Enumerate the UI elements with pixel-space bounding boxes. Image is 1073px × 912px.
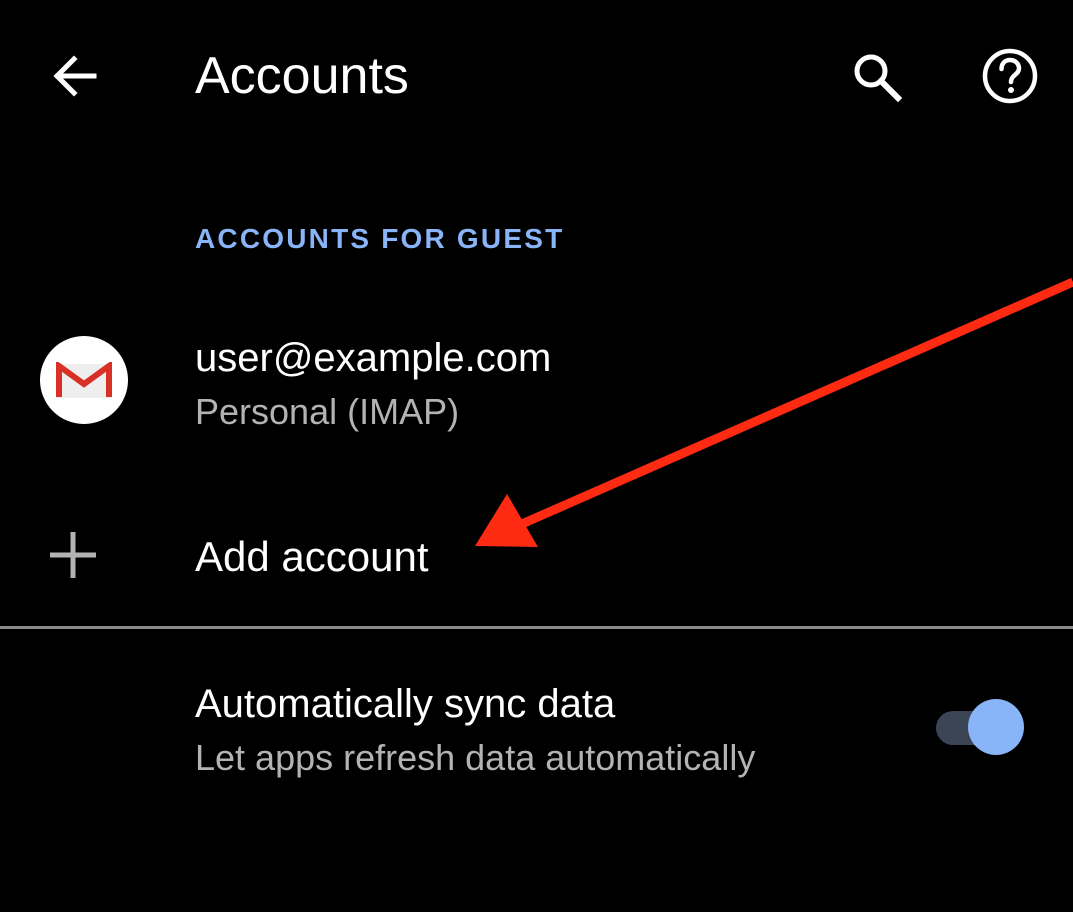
sync-title: Automatically sync data [195,682,616,726]
help-button[interactable] [978,46,1042,106]
section-header: ACCOUNTS FOR GUEST [195,223,565,254]
sync-setting-row[interactable]: Automatically sync data Let apps refresh… [0,672,1073,792]
gmail-icon [56,362,112,398]
divider [0,626,1073,629]
help-circle-icon [982,48,1038,104]
sync-subtitle: Let apps refresh data automatically [195,737,756,778]
account-avatar [40,336,128,424]
search-icon [854,54,903,103]
account-email: user@example.com [195,336,552,380]
add-account-label: Add account [195,533,429,580]
page-title: Accounts [195,47,409,105]
search-button[interactable] [846,46,906,106]
toggle-thumb [968,699,1024,755]
sync-toggle[interactable] [932,696,1028,758]
arrow-back-icon [53,55,97,97]
plus-icon [50,532,96,578]
account-item[interactable]: user@example.com Personal (IMAP) [0,318,1073,448]
add-account-button[interactable]: Add account [0,506,1073,606]
account-type: Personal (IMAP) [195,391,460,432]
back-button[interactable] [44,46,104,106]
